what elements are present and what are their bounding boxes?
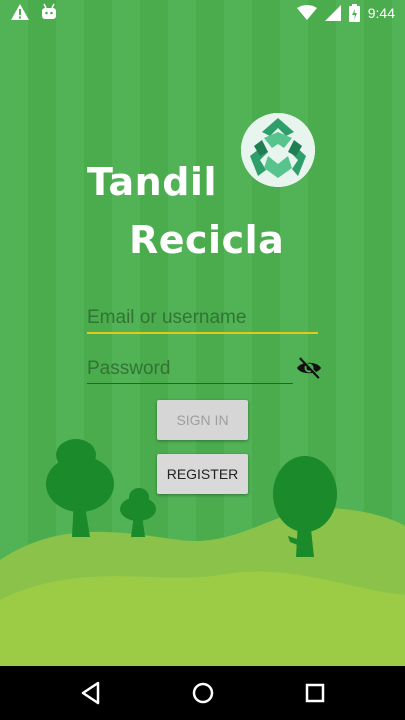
battery-icon [348,4,360,22]
tree-small [120,488,156,537]
signal-icon [324,5,341,21]
navigation-bar [0,666,405,720]
app-screen: 9:44 Tandil Recicla SIGN IN REGISTER [0,0,405,666]
eye-off-icon[interactable] [296,356,322,380]
wifi-icon [296,5,317,20]
sign-in-button[interactable]: SIGN IN [157,400,248,440]
warning-icon [11,4,29,20]
status-time: 9:44 [367,5,395,21]
back-icon[interactable] [78,680,104,706]
email-input[interactable] [87,304,318,334]
recycle-globe-icon [241,113,315,187]
recents-icon[interactable] [302,680,328,706]
register-button[interactable]: REGISTER [157,454,248,494]
tree-left [46,439,114,537]
android-icon [42,3,56,19]
front-hill [0,571,405,666]
app-title-line2: Recicla [129,218,285,262]
password-input[interactable] [87,355,293,384]
app-title-line1: Tandil [87,160,217,204]
home-icon[interactable] [190,680,216,706]
status-bar: 9:44 [0,0,405,28]
